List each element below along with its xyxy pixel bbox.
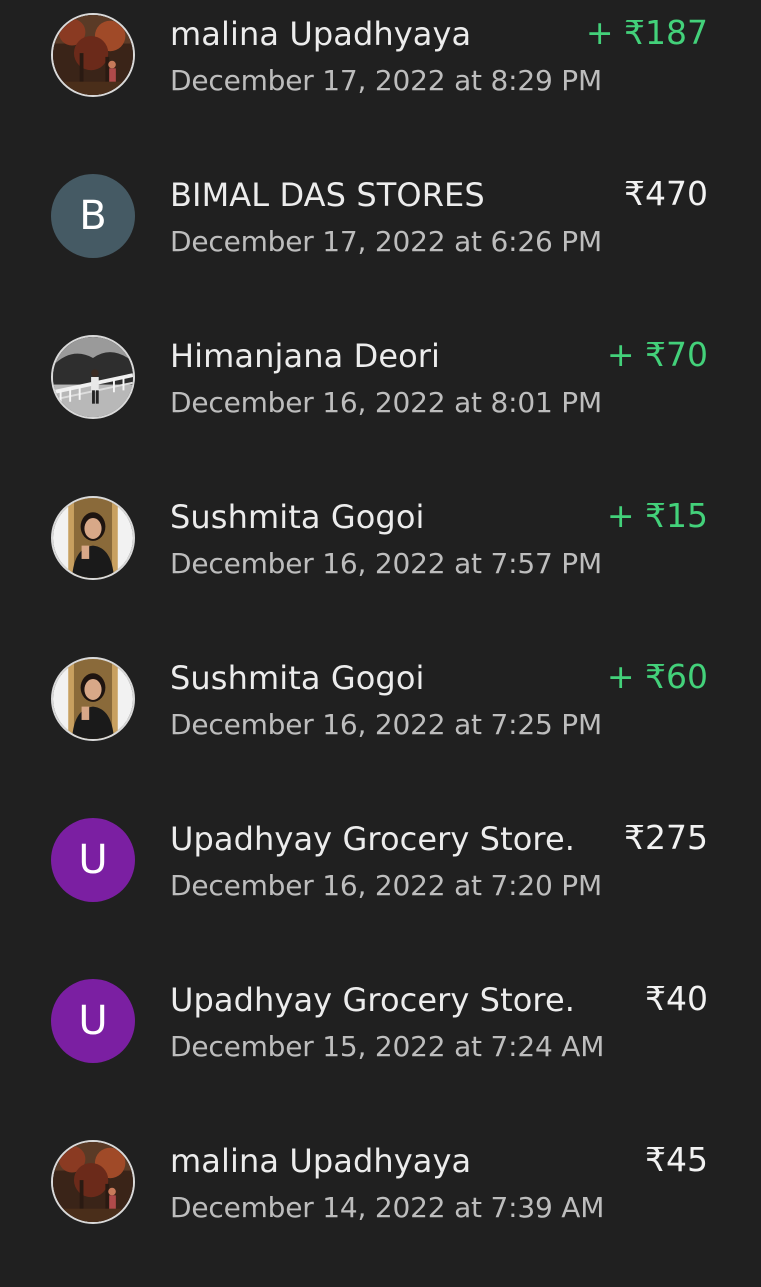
letter-avatar-icon: U bbox=[51, 818, 135, 902]
transaction-name: malina Upadhyaya bbox=[170, 1142, 472, 1180]
avatar-letter: U bbox=[78, 998, 108, 1044]
transaction-amount: ₹40 bbox=[645, 979, 708, 1018]
transaction-amount: + ₹187 bbox=[585, 13, 708, 52]
transaction-name: Upadhyay Grocery Store. bbox=[170, 820, 576, 858]
transaction-amount: + ₹70 bbox=[606, 335, 708, 374]
transaction-row[interactable]: B BIMAL DAS STORES December 17, 2022 at … bbox=[0, 161, 761, 321]
portrait-photo-icon bbox=[51, 657, 135, 741]
transaction-row[interactable]: U Upadhyay Grocery Store. December 15, 2… bbox=[0, 966, 761, 1126]
letter-avatar-icon: U bbox=[51, 979, 135, 1063]
transaction-date: December 14, 2022 at 7:39 AM bbox=[170, 1191, 605, 1224]
portrait-photo-icon bbox=[51, 496, 135, 580]
transaction-date: December 17, 2022 at 6:26 PM bbox=[170, 225, 602, 258]
transaction-amount: + ₹15 bbox=[606, 496, 708, 535]
bridge-person-photo-icon bbox=[51, 335, 135, 419]
transaction-date: December 16, 2022 at 7:57 PM bbox=[170, 547, 602, 580]
transaction-name: Sushmita Gogoi bbox=[170, 498, 425, 536]
transaction-amount: ₹275 bbox=[624, 818, 708, 857]
transaction-name: malina Upadhyaya bbox=[170, 15, 472, 53]
transaction-amount: ₹470 bbox=[624, 174, 708, 213]
transaction-row[interactable]: Sushmita Gogoi December 16, 2022 at 7:57… bbox=[0, 483, 761, 643]
transaction-name: Upadhyay Grocery Store. bbox=[170, 981, 576, 1019]
transaction-row[interactable]: Sushmita Gogoi December 16, 2022 at 7:25… bbox=[0, 644, 761, 804]
transaction-date: December 17, 2022 at 8:29 PM bbox=[170, 64, 602, 97]
transaction-name: Himanjana Deori bbox=[170, 337, 441, 375]
transaction-name: BIMAL DAS STORES bbox=[170, 176, 485, 214]
transaction-date: December 16, 2022 at 7:20 PM bbox=[170, 869, 602, 902]
autumn-trees-photo-icon bbox=[51, 13, 135, 97]
avatar-letter: U bbox=[78, 837, 108, 883]
autumn-trees-photo-icon bbox=[51, 1140, 135, 1224]
transaction-row[interactable]: malina Upadhyaya December 17, 2022 at 8:… bbox=[0, 0, 761, 160]
transaction-date: December 15, 2022 at 7:24 AM bbox=[170, 1030, 605, 1063]
transaction-row[interactable]: U Upadhyay Grocery Store. December 16, 2… bbox=[0, 805, 761, 965]
transaction-date: December 16, 2022 at 8:01 PM bbox=[170, 386, 602, 419]
avatar-letter: B bbox=[79, 193, 107, 239]
transaction-name: Sushmita Gogoi bbox=[170, 659, 425, 697]
transaction-row[interactable]: Himanjana Deori December 16, 2022 at 8:0… bbox=[0, 322, 761, 482]
transaction-date: December 16, 2022 at 7:25 PM bbox=[170, 708, 602, 741]
transaction-amount: + ₹60 bbox=[606, 657, 708, 696]
transaction-row[interactable]: malina Upadhyaya December 14, 2022 at 7:… bbox=[0, 1127, 761, 1287]
letter-avatar-icon: B bbox=[51, 174, 135, 258]
transaction-amount: ₹45 bbox=[645, 1140, 708, 1179]
